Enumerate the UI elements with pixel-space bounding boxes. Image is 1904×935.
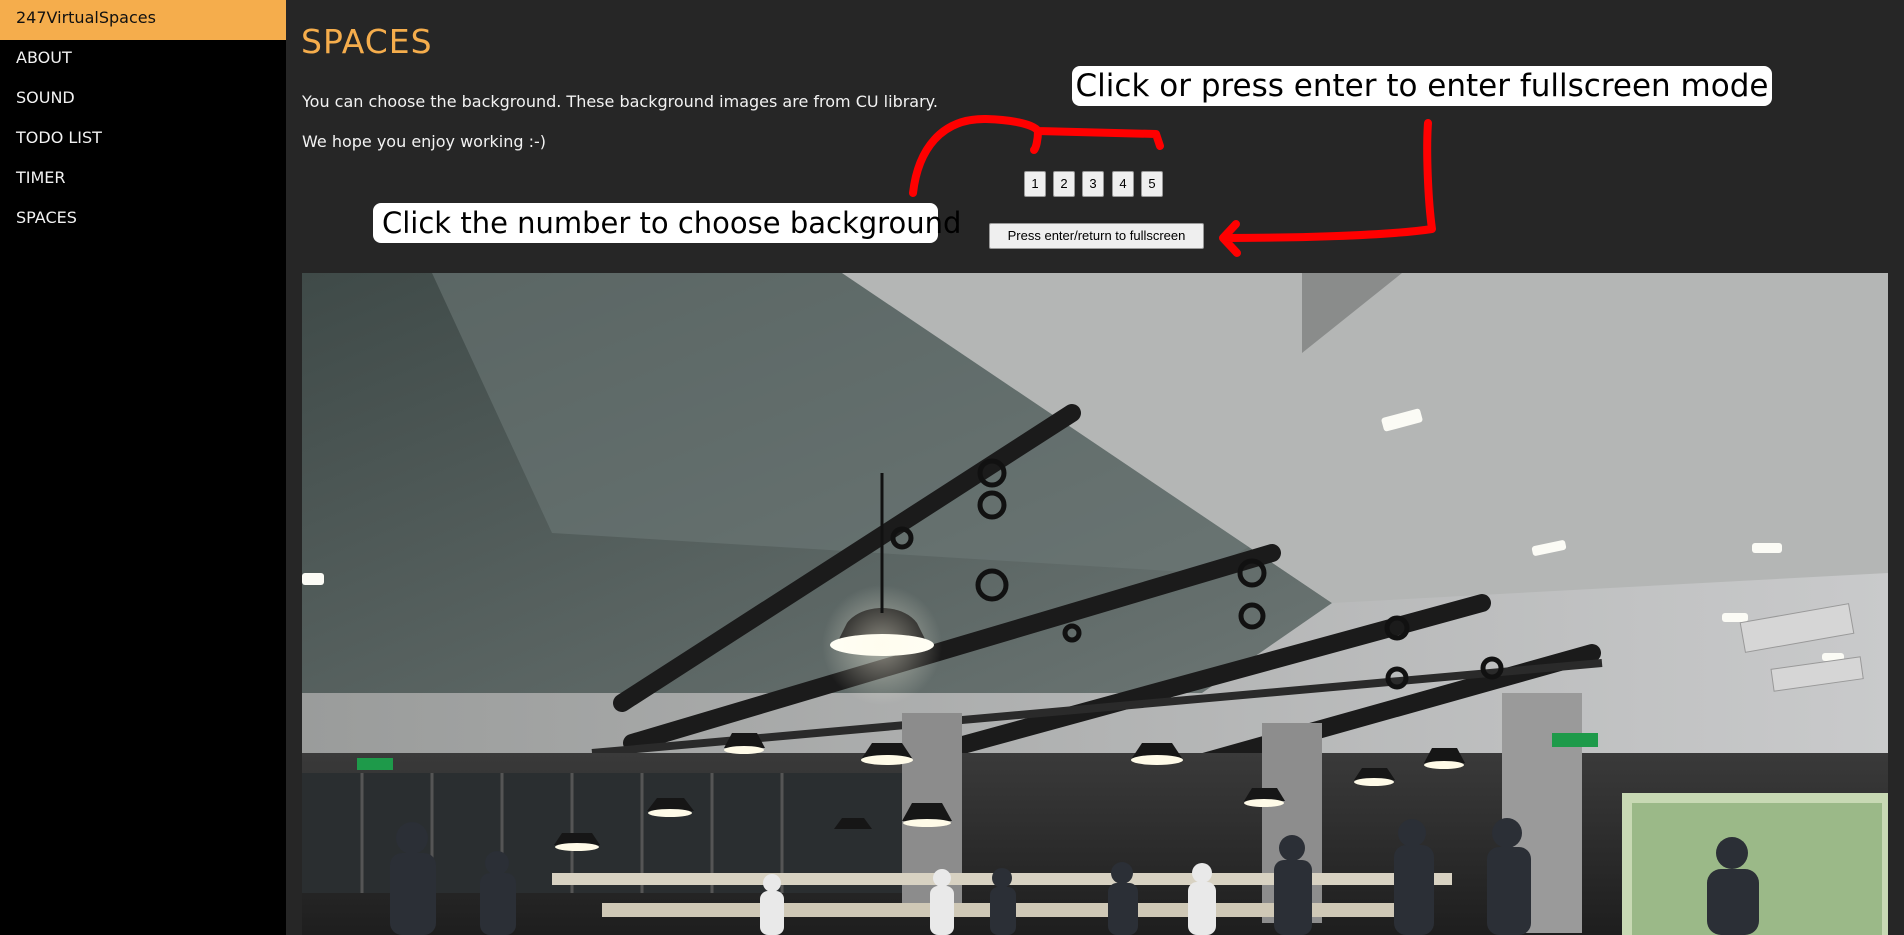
fullscreen-hint-callout: Click or press enter to enter fullscreen…: [1072, 66, 1772, 106]
background-button-1[interactable]: 1: [1024, 171, 1046, 197]
sidebar-item-sound[interactable]: SOUND: [0, 80, 286, 120]
background-hint-callout: Click the number to choose background: [373, 203, 961, 243]
background-button-4[interactable]: 4: [1112, 171, 1134, 197]
background-button-2[interactable]: 2: [1053, 171, 1075, 197]
page-title: SPACES: [301, 22, 433, 61]
sidebar-item-timer[interactable]: TIMER: [0, 160, 286, 200]
intro-text: You can choose the background. These bac…: [302, 92, 938, 111]
fullscreen-button[interactable]: Press enter/return to fullscreen: [989, 223, 1204, 249]
library-background-image[interactable]: [302, 273, 1888, 935]
sidebar-item-home[interactable]: 247VirtualSpaces: [0, 0, 286, 40]
sidebar-item-about[interactable]: ABOUT: [0, 40, 286, 80]
main-content: SPACES You can choose the background. Th…: [286, 0, 1904, 935]
arrow-to-fullscreen-button: [1219, 119, 1436, 257]
sidebar-item-spaces[interactable]: SPACES: [0, 200, 286, 240]
background-button-3[interactable]: 3: [1082, 171, 1104, 197]
background-button-5[interactable]: 5: [1141, 171, 1163, 197]
library-photo: [302, 273, 1888, 935]
sidebar-item-todo-list[interactable]: TODO LIST: [0, 120, 286, 160]
intro-text-2: We hope you enjoy working :-): [302, 132, 547, 151]
sidebar: 247VirtualSpaces ABOUT SOUND TODO LIST T…: [0, 0, 286, 935]
